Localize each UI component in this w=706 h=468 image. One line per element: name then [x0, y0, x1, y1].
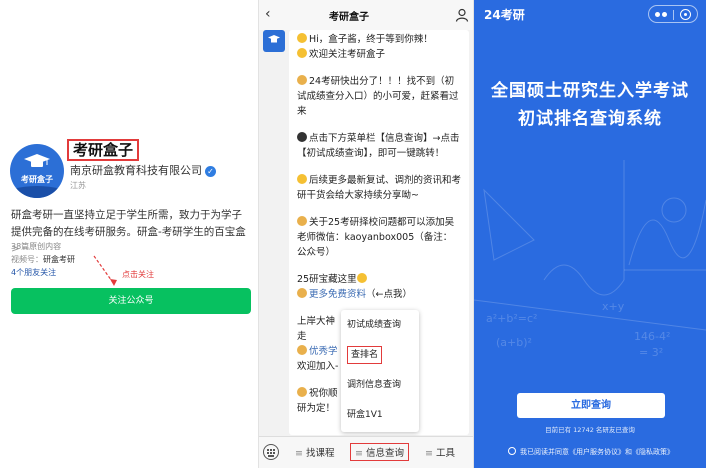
page-title-line1: 全国硕士研究生入学考试 [491, 81, 689, 101]
red-arrow-icon [93, 255, 117, 286]
menu-item-transfer-query[interactable]: 调剂信息查询 [341, 370, 419, 400]
company-name: 南京研盒教育科技有限公司 ✓ [70, 162, 216, 178]
brand-logo: 24考研 [484, 8, 525, 22]
more-dot-icon [655, 12, 660, 17]
msg-line: 欢迎加入- [297, 361, 339, 372]
video-channel[interactable]: 视频号：研盒考研 [11, 253, 75, 266]
description-text: 研盒考研一直坚持立足于学生所需，致力于为学子提供完备的在线考研服务。研盒-考研学… [11, 209, 246, 238]
menu-bar: ≡ 找课程 ≡ 信息查询 ≡ 工具 [259, 436, 473, 468]
divider [673, 10, 674, 20]
account-stats: 38篇原创内容 视频号：研盒考研 4个朋友关注 [11, 240, 75, 279]
rank-query-page: a²+b²=c² (a+b)² 146-4² = 3² x+y 24考研 全国硕… [474, 0, 706, 468]
tab-tools[interactable]: ≡ 工具 [425, 445, 455, 459]
msg-line: 研为定！ [297, 403, 336, 414]
account-profile-panel: 考研盒子 考研盒子 南京研盒教育科技有限公司 ✓ 江苏 研盒考研一直坚持立足于学生… [0, 0, 258, 468]
msg-line: 24考研快出分了！！！找不到（初试成绩查分入口）的小可爱，赶紧看过来 [297, 76, 459, 117]
region: 江苏 [70, 181, 86, 190]
free-materials-link[interactable]: 更多免费资料 [309, 289, 366, 300]
logo-text: 考研盒子 [21, 175, 53, 184]
sender-avatar[interactable] [263, 30, 285, 52]
svg-text:x+y: x+y [602, 300, 625, 313]
smile-emoji-icon [297, 33, 307, 43]
menu-item-label: 查排名 [347, 346, 383, 364]
menu-icon: ≡ [295, 448, 303, 459]
msg-paragraph: 点击下方菜单栏【信息查询】→点击【初试成绩查询】，即可一键跳转！ [297, 131, 461, 161]
menu-item-rank-query[interactable]: 查排名 [341, 340, 419, 370]
query-count: 目前已有 12742 名研友已查询 [545, 426, 635, 434]
agreement-text: 我已阅读并同意《用户服务协议》和《隐私政策》 [520, 448, 674, 456]
capsule-menu[interactable] [648, 5, 698, 23]
msg-paragraph: 25研宝藏这里更多免费资料（←点我） [297, 272, 461, 302]
menu-icon: ≡ [355, 448, 363, 459]
penguin-emoji-icon [297, 132, 307, 142]
clap-emoji-icon [297, 345, 307, 355]
msg-line: 后续更多最新复试、调剂的资讯和考研干货会给大家持续分享呦~ [297, 175, 462, 201]
account-logo[interactable]: 考研盒子 [10, 144, 64, 198]
chat-title: 考研盒子 [329, 12, 369, 23]
agreement-checkbox[interactable] [508, 447, 516, 455]
msg-line: 关于25考研择校问题都可以添加吴老师微信：kaoyanbox005（备注：公众号… [297, 217, 455, 258]
smile-emoji-icon [297, 174, 307, 184]
page-title-line2: 初试排名查询系统 [518, 109, 662, 129]
clap-emoji-icon [297, 288, 307, 298]
original-count: 38篇原创内容 [11, 242, 62, 251]
video-label: 视频号： [11, 255, 43, 264]
tab-find-course[interactable]: ≡ 找课程 [295, 445, 335, 459]
agreement-row[interactable]: 我已阅读并同意《用户服务协议》和《隐私政策》 [508, 447, 674, 457]
muscle-emoji-icon [297, 387, 307, 397]
msg-line: 欢迎关注考研盒子 [309, 49, 386, 60]
tab-label: 找课程 [306, 448, 335, 459]
svg-text:a²+b²=c²: a²+b²=c² [486, 312, 537, 325]
msg-paragraph: 后续更多最新复试、调剂的资讯和考研干货会给大家持续分享呦~ [297, 173, 461, 203]
account-name: 考研盒子 [67, 139, 140, 161]
graduation-cap-icon [268, 35, 280, 43]
graduation-cap-icon [24, 154, 50, 167]
clap-emoji-icon [297, 75, 307, 85]
back-icon[interactable]: ‹ [265, 6, 271, 22]
svg-text:(a+b)²: (a+b)² [496, 336, 532, 349]
tab-label: 信息查询 [366, 448, 405, 459]
msg-line: 祝你顺 [309, 388, 338, 399]
menu-item-score-query[interactable]: 初试成绩查询 [341, 310, 419, 340]
follow-hint: 点击关注 [122, 270, 154, 279]
follow-button[interactable]: 关注公众号 [11, 288, 251, 314]
menu-item-1v1[interactable]: 研盒1V1 [341, 400, 419, 430]
msg-line: 25研宝藏这里 [297, 274, 357, 285]
menu-icon: ≡ [425, 448, 433, 459]
hat-emoji-icon [297, 216, 307, 226]
query-now-button[interactable]: 立即查询 [517, 393, 665, 418]
msg-line: Hi，盒子酱，终于等到你辣！ [309, 34, 433, 45]
msg-paragraph: 关于25考研择校问题都可以添加吴老师微信：kaoyanbox005（备注：公众号… [297, 215, 461, 260]
msg-line: 点击下方菜单栏【信息查询】→点击【初试成绩查询】，即可一键跳转！ [297, 133, 460, 159]
info-query-menu: 初试成绩查询 查排名 调剂信息查询 研盒1V1 [341, 310, 419, 432]
chat-panel: ‹ 考研盒子 Hi，盒子酱，终于等到你辣！ 欢迎关注考研盒子 24考研快出分了！！… [258, 0, 474, 468]
wink-emoji-icon [356, 273, 367, 283]
verified-icon: ✓ [205, 165, 216, 177]
profile-icon[interactable] [455, 8, 469, 22]
close-mini-program-icon[interactable] [680, 9, 691, 20]
tab-info-query[interactable]: ≡ 信息查询 [350, 443, 410, 461]
excellent-link[interactable]: 优秀学 [309, 346, 338, 357]
msg-line: 上岸大神 [297, 316, 336, 327]
svg-text:= 3²: = 3² [639, 346, 663, 359]
msg-greeting: Hi，盒子酱，终于等到你辣！ 欢迎关注考研盒子 [297, 32, 461, 62]
svg-text:146-4²: 146-4² [634, 330, 670, 343]
msg-paragraph: 24考研快出分了！！！找不到（初试成绩查分入口）的小可爱，赶紧看过来 [297, 74, 461, 119]
more-dot-icon [662, 12, 667, 17]
company-text: 南京研盒教育科技有限公司 [70, 164, 202, 177]
keyboard-icon[interactable] [263, 444, 279, 460]
logo-wave [10, 186, 64, 198]
msg-line: （←点我） [366, 289, 412, 300]
friends-following[interactable]: 4个朋友关注 [11, 266, 75, 279]
tab-label: 工具 [436, 448, 456, 459]
video-name[interactable]: 研盒考研 [43, 255, 75, 264]
msg-line: 走 [297, 331, 307, 342]
chat-navbar: ‹ 考研盒子 [259, 0, 473, 30]
sun-emoji-icon [297, 48, 307, 58]
